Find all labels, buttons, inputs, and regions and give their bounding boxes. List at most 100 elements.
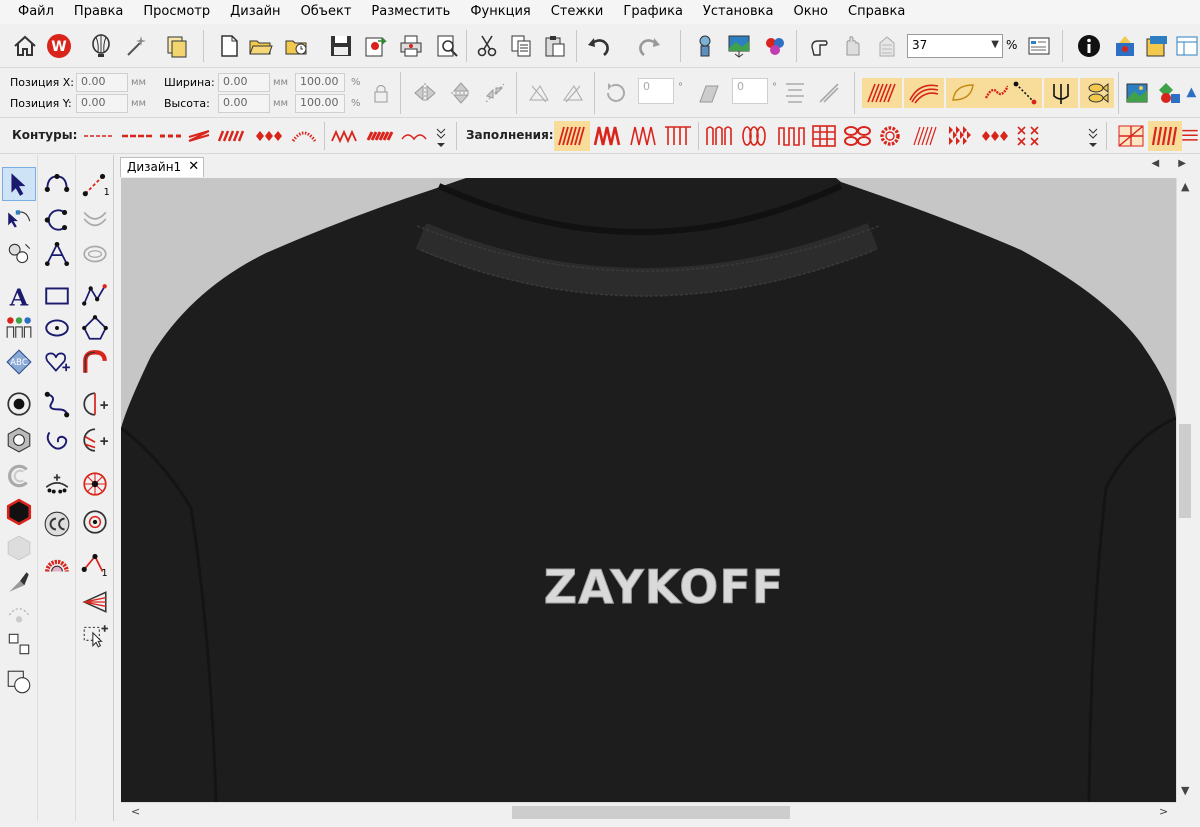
hand-up-icon[interactable] [804,31,834,61]
fill-square-wave-icon[interactable] [774,121,810,151]
close-tab-icon[interactable]: ✕ [188,158,199,176]
skew-left-icon[interactable] [524,78,554,108]
contour-run-icon[interactable] [80,121,118,151]
colors-icon[interactable] [760,31,790,61]
menu-design[interactable]: Дизайн [220,0,290,24]
scroll-up-icon[interactable]: ▲ [1181,180,1189,193]
menu-object[interactable]: Объект [291,0,362,24]
scroll-down-icon[interactable]: ▼ [1181,784,1189,797]
wand-icon[interactable] [122,31,152,61]
menu-help[interactable]: Справка [838,0,915,24]
copy-icon[interactable] [506,31,536,61]
tab-design1[interactable]: Дизайн1 ✕ [120,157,205,177]
team-names-icon[interactable] [2,311,36,345]
grid-stitch-icon[interactable] [872,31,902,61]
ellipse-icon[interactable] [40,311,74,345]
menu-settings[interactable]: Установка [693,0,784,24]
horizontal-scrollbar[interactable]: < > [121,802,1176,821]
run-step-icon[interactable]: 1 [78,167,112,201]
vertical-scrollbar[interactable]: ▲ ▼ [1176,178,1193,802]
node-tool-icon[interactable] [2,237,36,271]
zoom-combo[interactable]: 37 ▼ [907,34,1003,58]
undo-icon[interactable] [584,31,614,61]
shapes-icon[interactable] [1154,78,1184,108]
menu-view[interactable]: Просмотр [133,0,220,24]
outline-c-icon[interactable] [2,459,36,493]
mirror-horizontal-icon[interactable] [410,78,440,108]
select-plus-icon[interactable] [78,619,112,653]
contour-zigzag-icon[interactable] [214,121,248,151]
hexagon-ring-icon[interactable] [2,423,36,457]
contour-blanket-icon[interactable] [398,121,432,151]
fill-gear-icon[interactable] [874,121,906,151]
contour-satin-icon[interactable] [184,121,214,151]
zoom-dropdown-icon[interactable]: ▼ [991,39,999,50]
horizontal-scroll-thumb[interactable] [512,806,790,819]
tab-scroll-arrows[interactable]: ◀ ▶ [1151,158,1194,169]
width-pct-field[interactable]: 100.00 [295,73,345,92]
show-picture-icon[interactable] [724,31,754,61]
contour-diamond-icon[interactable] [252,121,286,151]
outline-leaf-icon[interactable] [946,78,980,108]
knife-icon[interactable] [2,565,36,599]
scroll-right-icon[interactable]: > [1159,805,1168,818]
skew-right-icon[interactable] [558,78,588,108]
mirror-vertical-icon[interactable] [446,78,476,108]
ring-lines-icon[interactable] [78,237,112,271]
menu-stitches[interactable]: Стежки [541,0,614,24]
fill-loop-icon[interactable] [702,121,738,151]
fill-lines-icon[interactable] [1180,121,1200,151]
node-run-icon[interactable] [1008,78,1042,108]
paste-icon[interactable] [540,31,570,61]
double-c-icon[interactable] [40,507,74,541]
digitize-closed-icon[interactable] [78,311,112,345]
square-circle-icon[interactable] [2,665,36,699]
pos-x-field[interactable]: 0.00 [76,73,128,92]
pages-icon[interactable] [162,31,192,61]
heart-plus-icon[interactable] [40,345,74,379]
fill-satin-icon[interactable] [554,121,590,151]
spiral-icon[interactable] [40,423,74,457]
align-icon[interactable] [780,78,810,108]
picture-icon[interactable] [1122,78,1152,108]
step-nodes-icon[interactable]: 1 [78,547,112,581]
polygon-nodes-icon[interactable] [40,237,74,271]
wizard-icon[interactable] [1110,31,1140,61]
layout-icon[interactable] [1172,31,1200,61]
pos-y-field[interactable]: 0.00 [76,94,128,113]
contour-arc-icon[interactable] [288,121,320,151]
fill-plus-icon[interactable] [78,423,112,457]
fill-dots-icon[interactable] [944,121,976,151]
export-machine-icon[interactable] [1142,31,1172,61]
satin-fill-icon[interactable] [862,78,902,108]
fill-diamond-icon[interactable] [978,121,1010,151]
slant-icon[interactable] [694,78,724,108]
hoop-icon[interactable] [40,467,74,501]
vertical-scroll-thumb[interactable] [1179,424,1191,518]
contours-more-icon[interactable] [432,121,450,151]
contour-triple-run-icon[interactable] [118,121,156,151]
lettering-icon[interactable]: A [2,279,36,313]
print-icon[interactable] [396,31,426,61]
column-icon[interactable] [78,345,112,379]
overview-icon[interactable] [1024,31,1054,61]
lock-proportions-icon[interactable] [366,78,396,108]
mirror-diagonal-icon[interactable] [480,78,510,108]
fill-hatch-icon[interactable] [908,121,940,151]
monogram-icon[interactable]: ABC [2,345,36,379]
arc-lines-icon[interactable] [78,203,112,237]
hexagon-fill-icon[interactable] [2,531,36,565]
vector-icon[interactable] [1184,78,1200,108]
select-arrow-icon[interactable] [2,167,36,201]
appliqué-icon[interactable] [40,547,74,581]
contour-rope-icon[interactable] [364,121,398,151]
slant-angle-field[interactable]: 0 [732,78,768,104]
menu-window[interactable]: Окно [783,0,838,24]
design-canvas[interactable]: ZAYKOFF [121,178,1176,802]
square-nodes-icon[interactable] [2,627,36,661]
cut-icon[interactable] [472,31,502,61]
dotted-shape-icon[interactable] [2,597,36,631]
reshape-arrow-icon[interactable] [2,203,36,237]
rotate-angle-field[interactable]: 0 [638,78,674,104]
fill-chain-icon[interactable] [840,121,876,151]
